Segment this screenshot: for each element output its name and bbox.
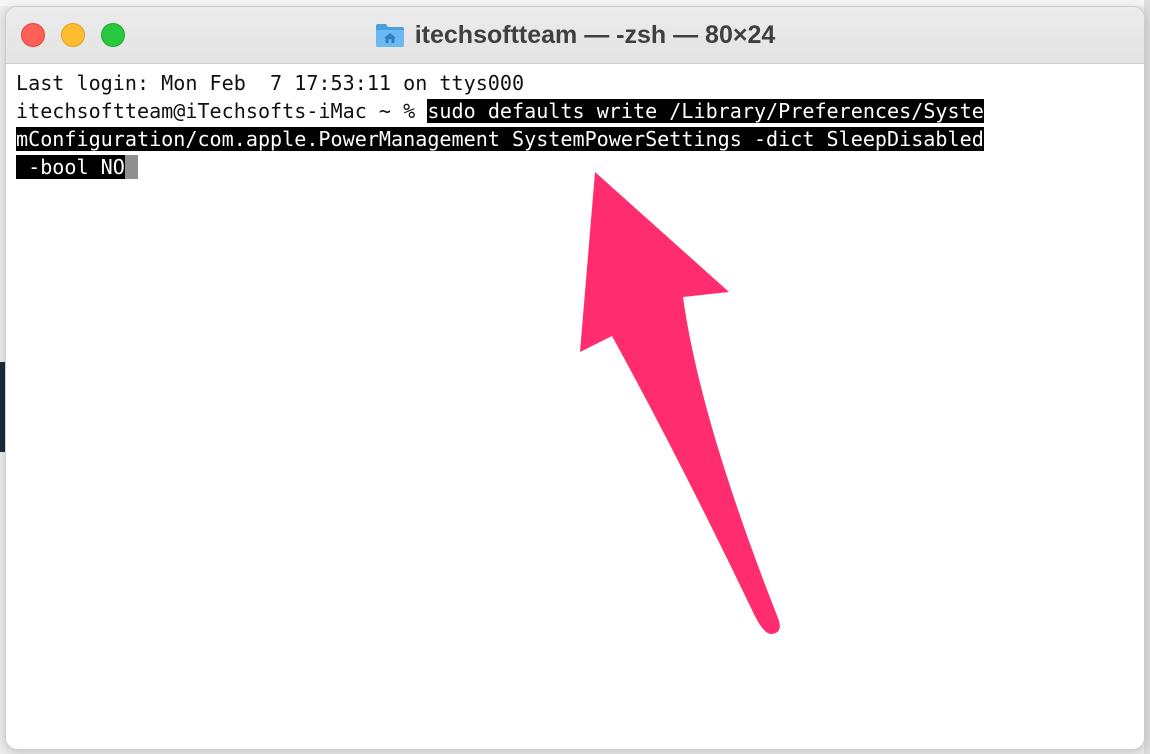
- annotation-arrow: [580, 172, 780, 634]
- arrow-shape: [580, 172, 780, 634]
